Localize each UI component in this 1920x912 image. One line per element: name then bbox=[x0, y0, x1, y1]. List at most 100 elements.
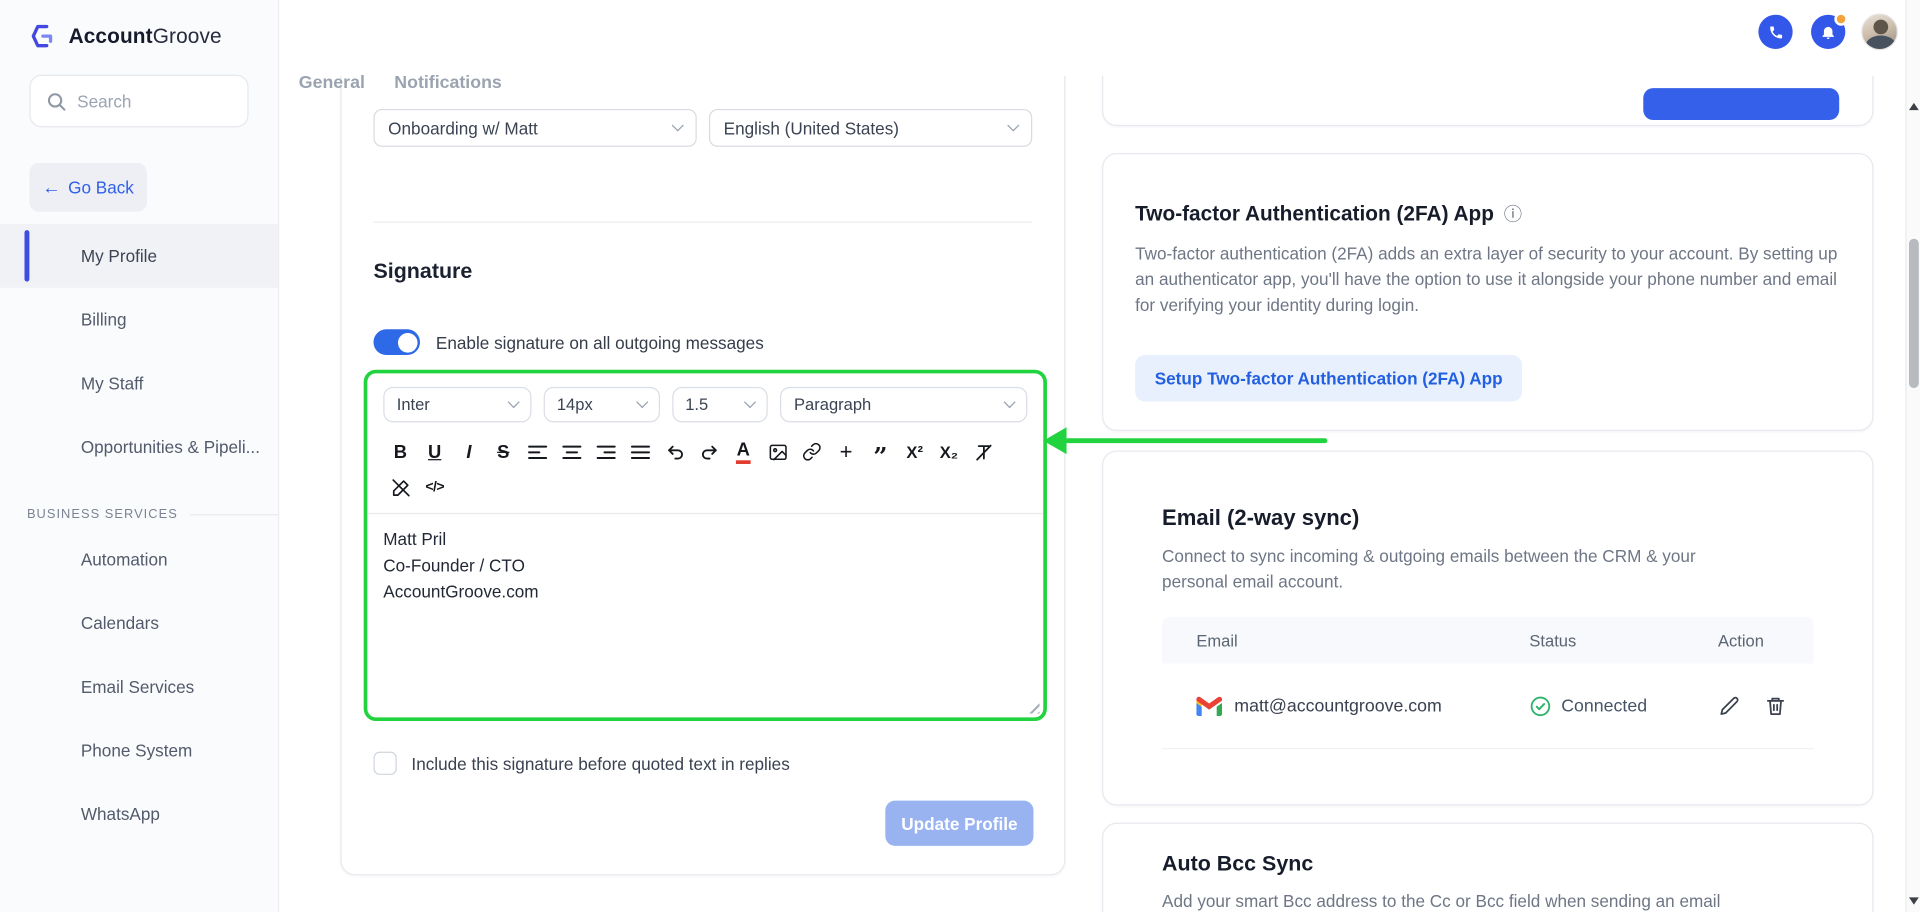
sidebar-item-opportunities[interactable]: Opportunities & Pipeli... bbox=[0, 415, 278, 479]
resize-handle[interactable] bbox=[1026, 700, 1040, 714]
insert-link-button[interactable] bbox=[795, 437, 829, 466]
twofa-description: Two-factor authentication (2FA) adds an … bbox=[1135, 243, 1838, 315]
align-left-button[interactable] bbox=[520, 437, 554, 466]
auto-bcc-title: Auto Bcc Sync bbox=[1162, 850, 1314, 876]
bold-button[interactable]: B bbox=[383, 437, 417, 466]
phone-icon bbox=[1768, 24, 1784, 40]
main-content: Onboarding w/ Matt English (United State… bbox=[279, 75, 1906, 912]
sidebar-item-my-staff[interactable]: My Staff bbox=[0, 351, 278, 415]
email-sync-card: Email (2-way sync) Connect to sync incom… bbox=[1102, 450, 1874, 806]
redo-button[interactable] bbox=[692, 437, 726, 466]
code-view-button[interactable]: </> bbox=[418, 473, 452, 502]
signature-off-button[interactable] bbox=[383, 473, 417, 502]
edit-email-button[interactable] bbox=[1718, 695, 1740, 717]
sidebar-item-automation[interactable]: Automation bbox=[0, 528, 278, 592]
check-circle-icon bbox=[1529, 695, 1551, 717]
toggle-knob bbox=[397, 332, 417, 352]
include-signature-checkbox[interactable] bbox=[373, 751, 397, 775]
signature-text-area[interactable]: Matt Pril Co-Founder / CTO AccountGroove… bbox=[383, 526, 1027, 673]
header-email: Email bbox=[1196, 631, 1238, 650]
update-profile-button[interactable]: Update Profile bbox=[885, 800, 1034, 846]
scrollbar[interactable] bbox=[1905, 0, 1920, 912]
signature-line-1: Matt Pril bbox=[383, 528, 447, 549]
profile-settings-card: Onboarding w/ Matt English (United State… bbox=[340, 75, 1066, 876]
line-height-select[interactable]: 1.5 bbox=[671, 386, 769, 423]
font-family-select[interactable]: Inter bbox=[383, 386, 532, 423]
chevron-down-icon bbox=[635, 396, 648, 409]
text-color-button[interactable]: A bbox=[726, 437, 760, 466]
signature-heading: Signature bbox=[373, 258, 473, 283]
editor-divider bbox=[367, 512, 1044, 515]
notification-badge-dot bbox=[1834, 12, 1848, 26]
sidebar-item-calendars[interactable]: Calendars bbox=[0, 591, 278, 655]
notifications-button[interactable] bbox=[1811, 12, 1848, 49]
insert-image-button[interactable] bbox=[760, 437, 794, 466]
sidebar-item-billing[interactable]: Billing bbox=[0, 288, 278, 352]
twofa-title: Two-factor Authentication (2FA) App bbox=[1135, 201, 1494, 225]
scrollbar-up-arrow-icon[interactable] bbox=[1908, 102, 1919, 111]
signature-line-3: AccountGroove.com bbox=[383, 581, 539, 602]
auto-bcc-card: Auto Bcc Sync Add your smart Bcc address… bbox=[1102, 822, 1874, 912]
editor-toolbar: B U I S A + ” X² X₂ bbox=[383, 437, 1027, 469]
email-table-row: matt@accountgroove.com Connected bbox=[1162, 664, 1814, 750]
primary-button-partial[interactable] bbox=[1643, 88, 1840, 120]
chevron-down-icon bbox=[744, 396, 757, 409]
scrollbar-thumb[interactable] bbox=[1908, 238, 1919, 389]
align-center-button[interactable] bbox=[555, 437, 589, 466]
editor-toolbar-row2: </> bbox=[383, 473, 1027, 502]
email-table: Email Status Action matt@accountgroove.c… bbox=[1162, 616, 1814, 750]
sidebar-section-business-services: BUSINESS SERVICES bbox=[0, 501, 278, 528]
onboarding-select[interactable]: Onboarding w/ Matt bbox=[373, 108, 697, 147]
email-table-header: Email Status Action bbox=[1162, 616, 1814, 664]
tab-general[interactable]: General bbox=[299, 73, 365, 93]
sidebar-item-email-services[interactable]: Email Services bbox=[0, 655, 278, 719]
include-signature-row: Include this signature before quoted tex… bbox=[373, 751, 790, 775]
app-viewport: AccountGroove ← Go Back My Profile Billi… bbox=[0, 0, 1920, 912]
language-select[interactable]: English (United States) bbox=[708, 108, 1033, 147]
sidebar: AccountGroove ← Go Back My Profile Billi… bbox=[0, 0, 280, 912]
search-input[interactable] bbox=[77, 91, 232, 111]
enable-signature-toggle[interactable] bbox=[373, 329, 421, 356]
avatar[interactable] bbox=[1861, 13, 1898, 51]
annotation-arrow-head bbox=[1043, 427, 1067, 455]
sidebar-item-whatsapp[interactable]: WhatsApp bbox=[0, 782, 278, 846]
align-right-button[interactable] bbox=[589, 437, 623, 466]
align-justify-button[interactable] bbox=[623, 437, 657, 466]
annotation-arrow-line bbox=[1065, 438, 1328, 444]
phone-button[interactable] bbox=[1758, 14, 1793, 49]
settings-tabs: General Notifications bbox=[299, 73, 502, 93]
signature-toggle-row: Enable signature on all outgoing message… bbox=[373, 329, 764, 356]
tab-notifications[interactable]: Notifications bbox=[394, 73, 502, 93]
partial-card bbox=[1102, 75, 1874, 127]
undo-button[interactable] bbox=[658, 437, 692, 466]
back-arrow-icon: ← bbox=[42, 176, 61, 198]
email-sync-description: Connect to sync incoming & outgoing emai… bbox=[1162, 545, 1696, 592]
setup-twofa-button[interactable]: Setup Two-factor Authentication (2FA) Ap… bbox=[1135, 355, 1523, 402]
subscript-button[interactable]: X₂ bbox=[932, 437, 966, 466]
signature-editor: Inter 14px 1.5 Paragraph B U I S A + ” X… bbox=[363, 369, 1047, 722]
sidebar-item-phone-system[interactable]: Phone System bbox=[0, 719, 278, 783]
toggle-label: Enable signature on all outgoing message… bbox=[435, 332, 764, 352]
paragraph-style-select[interactable]: Paragraph bbox=[780, 386, 1028, 423]
italic-button[interactable]: I bbox=[452, 437, 486, 466]
twofa-card: Two-factor Authentication (2FA) App ⓘ Tw… bbox=[1102, 153, 1874, 431]
sidebar-item-my-profile[interactable]: My Profile bbox=[0, 224, 278, 288]
strikethrough-button[interactable]: S bbox=[486, 437, 520, 466]
search-icon bbox=[47, 91, 67, 111]
header-action: Action bbox=[1717, 631, 1764, 650]
email-address: matt@accountgroove.com bbox=[1234, 695, 1442, 716]
clear-formatting-button[interactable] bbox=[966, 437, 1000, 466]
superscript-button[interactable]: X² bbox=[898, 437, 932, 466]
sidebar-search bbox=[29, 74, 249, 128]
status-badge: Connected bbox=[1529, 695, 1700, 717]
editor-select-row: Inter 14px 1.5 Paragraph bbox=[383, 386, 1028, 423]
underline-button[interactable]: U bbox=[418, 437, 452, 466]
info-icon[interactable]: ⓘ bbox=[1504, 201, 1522, 227]
blockquote-button[interactable]: ” bbox=[863, 437, 897, 468]
font-size-select[interactable]: 14px bbox=[543, 386, 660, 423]
delete-email-button[interactable] bbox=[1765, 695, 1787, 717]
chevron-down-icon bbox=[507, 396, 520, 409]
insert-plus-button[interactable]: + bbox=[829, 437, 863, 466]
go-back-button[interactable]: ← Go Back bbox=[29, 162, 147, 212]
scrollbar-down-arrow-icon[interactable] bbox=[1908, 897, 1919, 905]
